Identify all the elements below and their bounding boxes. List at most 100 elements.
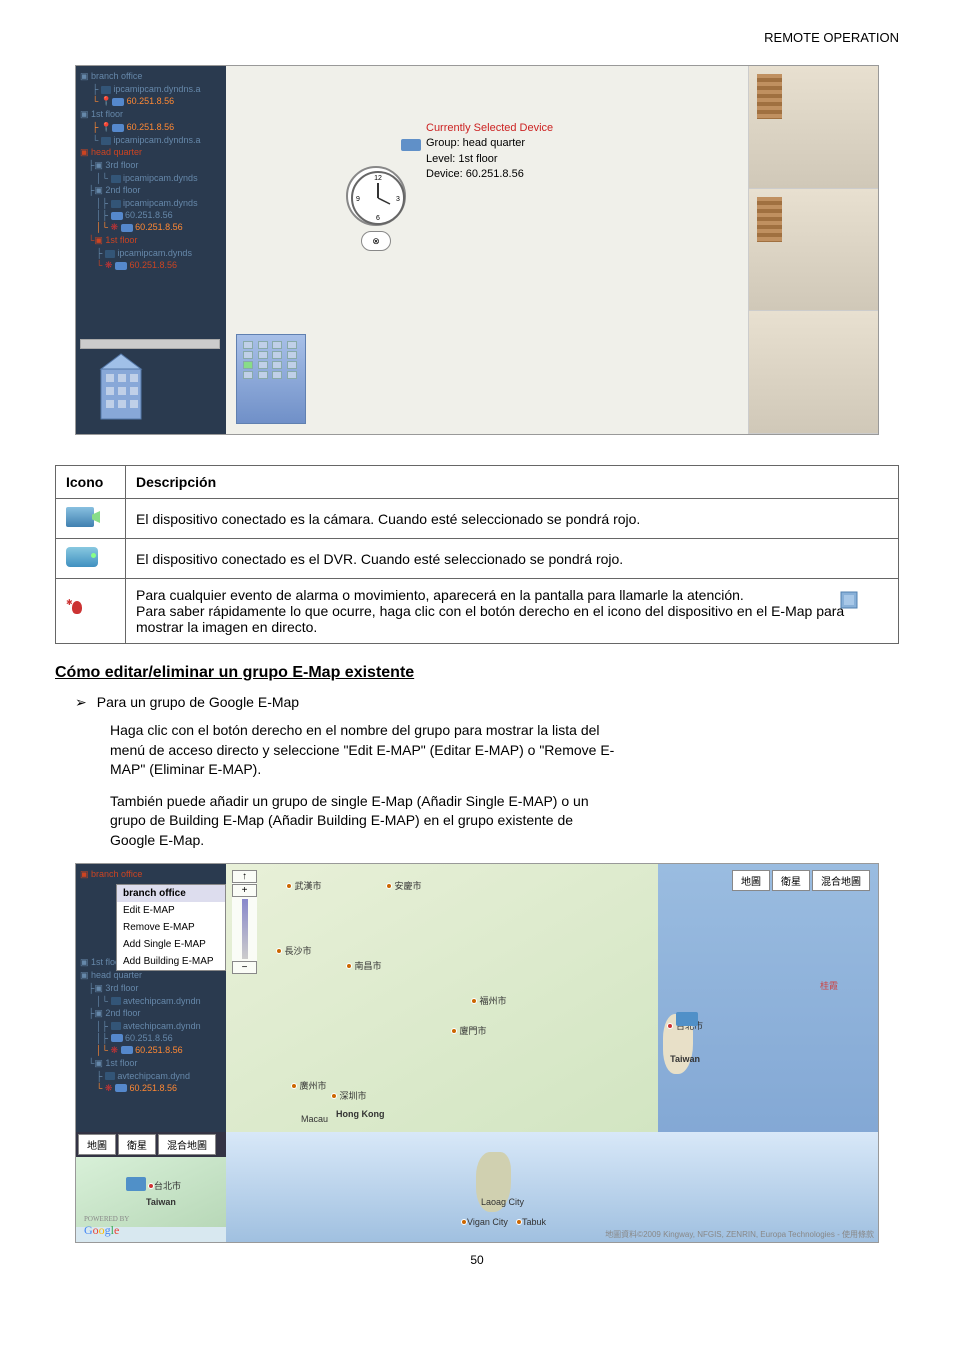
camera-icon: [105, 250, 115, 258]
alarm-icon: [66, 598, 90, 622]
header-section: REMOTE OPERATION: [55, 30, 899, 45]
paragraph: También puede añadir un grupo de single …: [110, 792, 620, 851]
tree-first-floor: └▣ 1st floor: [80, 1057, 222, 1070]
tree-item: │├ 60.251.8.56: [80, 1032, 222, 1044]
tree-first-floor: ▣ 1st floor: [80, 108, 222, 121]
dvr-icon: [115, 1084, 127, 1092]
dvr-icon: [401, 139, 421, 151]
marker-icon: ⊗: [361, 231, 391, 251]
dvr-icon: [111, 1034, 123, 1042]
icon-cell: [56, 499, 126, 539]
device-ip: Device: 60.251.8.56: [426, 167, 553, 182]
menu-item-add-single: Add Single E-MAP: [117, 936, 225, 953]
device-tree-panel: ▣ branch office ├ ipcamipcam.dyndns.a └ …: [76, 66, 226, 434]
device-marker-icon: [676, 1012, 698, 1026]
city-label: 深圳市: [331, 1089, 367, 1102]
svg-text:6: 6: [376, 215, 380, 222]
selected-device-title: Currently Selected Device: [426, 121, 553, 136]
tree-branch-office: ▣ branch office: [80, 868, 222, 881]
city-label: 台北市: [148, 1179, 181, 1192]
macau-label: Macau: [301, 1114, 328, 1124]
city-label: 南昌市: [346, 959, 382, 972]
desc-cell: El dispositivo conectado es el DVR. Cuan…: [126, 539, 899, 579]
table-row: Para cualquier evento de alarma o movimi…: [56, 579, 899, 644]
marker-label: 桂霞: [820, 979, 838, 992]
camera-icon: [101, 86, 111, 94]
taiwan-label: Taiwan: [146, 1197, 176, 1207]
tree-item: └ ❋ 60.251.8.56: [80, 259, 222, 272]
map-btn-satellite: 衛星: [772, 870, 810, 891]
tree-third-floor: ├▣ 3rd floor: [80, 159, 222, 172]
tree-item: │├ ipcamipcam.dynds: [80, 197, 222, 209]
camera-icon: [101, 137, 111, 145]
city-label: Laoag City: [481, 1197, 524, 1207]
icon-description-table: Icono Descripción El dispositivo conecta…: [55, 465, 899, 644]
menu-item-add-building: Add Building E-MAP: [117, 953, 225, 970]
map-btn-map: 地圖: [732, 870, 770, 891]
tree-head-quarter: ▣ head quarter: [80, 146, 222, 159]
hongkong-label: Hong Kong: [336, 1109, 385, 1119]
thumb-btn-hybrid: 混合地圖: [158, 1134, 216, 1155]
scrollbar: [80, 339, 220, 349]
tree-item: ├ 📍 60.251.8.56: [80, 121, 222, 134]
building-icon: [757, 74, 782, 119]
tree-item: │└ avtechipcam.dyndn: [80, 995, 222, 1007]
table-header-icon: Icono: [56, 466, 126, 499]
device-marker-icon: [126, 1177, 146, 1191]
subsection-title: Cómo editar/eliminar un grupo E-Map exis…: [55, 664, 899, 682]
tree-item: └ ipcamipcam.dyndns.a: [80, 134, 222, 146]
emap-main-view: 12 3 6 9 ⊗ Currently Selected Device Gro…: [226, 66, 748, 434]
tree-item: │└ ❋ 60.251.8.56: [80, 221, 222, 234]
tree-item: └ ❋ 60.251.8.56: [80, 1082, 222, 1095]
tree-third-floor: ├▣ 3rd floor: [80, 982, 222, 995]
dvr-icon: [112, 98, 124, 106]
tree-second-floor: ├▣ 2nd floor: [80, 184, 222, 197]
taiwan-label: Taiwan: [670, 1054, 700, 1064]
camera-icon: [111, 175, 121, 183]
paragraph: Haga clic con el botón derecho en el nom…: [110, 721, 620, 780]
tree-item: ├ ipcamipcam.dyndns.a: [80, 83, 222, 95]
camera-icon: [111, 1022, 121, 1030]
context-menu: branch office Edit E-MAP Remove E-MAP Ad…: [116, 884, 226, 971]
desc-cell: Para cualquier evento de alarma o movimi…: [126, 579, 899, 644]
device-info-box: Currently Selected Device Group: head qu…: [426, 121, 553, 183]
menu-header: branch office: [117, 885, 225, 902]
city-label: 廣州市: [291, 1079, 327, 1092]
tree-item: │├ 60.251.8.56: [80, 209, 222, 221]
dvr-icon: [121, 1046, 133, 1054]
desc-cell: El dispositivo conectado es la cámara. C…: [126, 499, 899, 539]
dvr-icon: [115, 262, 127, 270]
icon-cell: [56, 579, 126, 644]
tree-branch-office: ▣ branch office: [80, 70, 222, 83]
table-row: El dispositivo conectado es el DVR. Cuan…: [56, 539, 899, 579]
tree-item: ├ ipcamipcam.dynds: [80, 247, 222, 259]
tree-item: │├ avtechipcam.dyndn: [80, 1020, 222, 1032]
google-logo: POWERED BY Google: [84, 1215, 129, 1238]
menu-item-edit: Edit E-MAP: [117, 902, 225, 919]
tree-first-floor: └▣ 1st floor: [80, 234, 222, 247]
tree-item: └ 📍 60.251.8.56: [80, 95, 222, 108]
camera-icon: [111, 200, 121, 208]
tree-item: │└ ❋ 60.251.8.56: [80, 1044, 222, 1057]
video-thumbnail: [749, 189, 878, 312]
map-btn-hybrid: 混合地圖: [812, 870, 870, 891]
video-thumbnail-panel: [748, 66, 878, 434]
map-copyright: 地圖資料©2009 Kingway, NFGIS, ZENRIN, Europa…: [605, 1229, 874, 1240]
map-thumbnail-panel: 地圖 衛星 混合地圖 台北市 Taiwan POWERED BY Google: [76, 1132, 226, 1242]
building-icon: [757, 197, 782, 242]
city-label: 武漢市: [286, 879, 322, 892]
emap-screenshot-1: _ □ × ▣ branch office ├ ipcamipcam.dyndn…: [75, 65, 879, 435]
city-label: Tabuk: [516, 1217, 546, 1227]
table-row: El dispositivo conectado es la cámara. C…: [56, 499, 899, 539]
thumb-btn-map: 地圖: [78, 1134, 116, 1155]
bullet-item: Para un grupo de Google E-Map: [75, 694, 899, 711]
clock-icon: 12 3 6 9: [346, 166, 406, 226]
camera-icon: [105, 1072, 115, 1080]
tree-item: ├ avtechipcam.dynd: [80, 1070, 222, 1082]
city-label: 廈門市: [451, 1024, 487, 1037]
emap-screenshot-2: _ □ × ▣ branch office branch office Edit…: [75, 863, 879, 1243]
video-thumbnail: [749, 311, 878, 434]
tree-item: │└ ipcamipcam.dynds: [80, 172, 222, 184]
camera-icon: [66, 507, 94, 527]
thumb-btn-satellite: 衛星: [118, 1134, 156, 1155]
